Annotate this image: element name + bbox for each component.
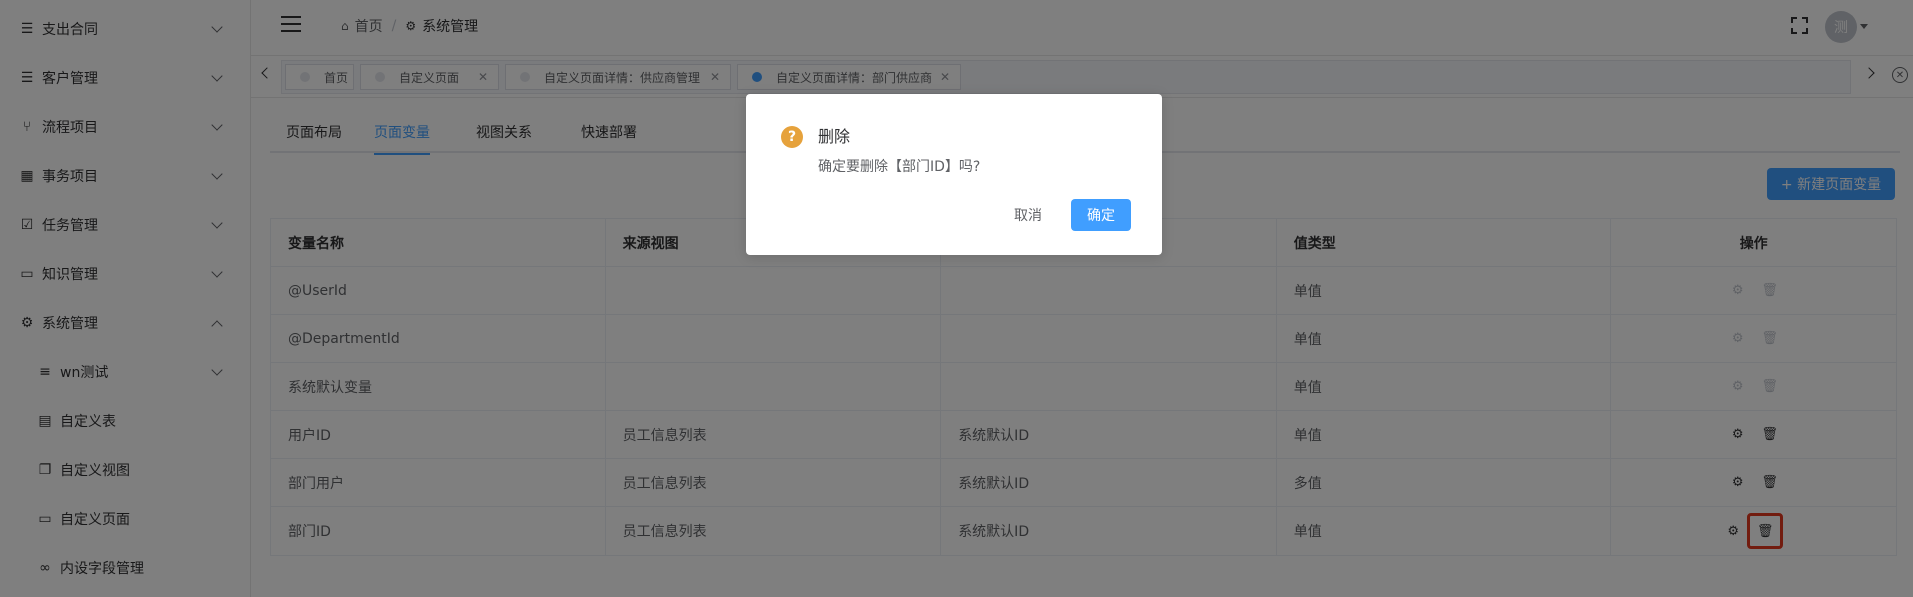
dialog-title: 删除 [818,127,851,146]
delete-confirm-dialog: ? 删除 确定要删除【部门ID】吗? 取消 确定 [746,94,1162,255]
cancel-button[interactable]: 取消 [1000,199,1056,231]
dialog-message: 确定要删除【部门ID】吗? [818,159,981,175]
confirm-button[interactable]: 确定 [1071,199,1131,231]
modal-overlay[interactable] [0,0,1913,597]
question-icon: ? [781,126,803,148]
